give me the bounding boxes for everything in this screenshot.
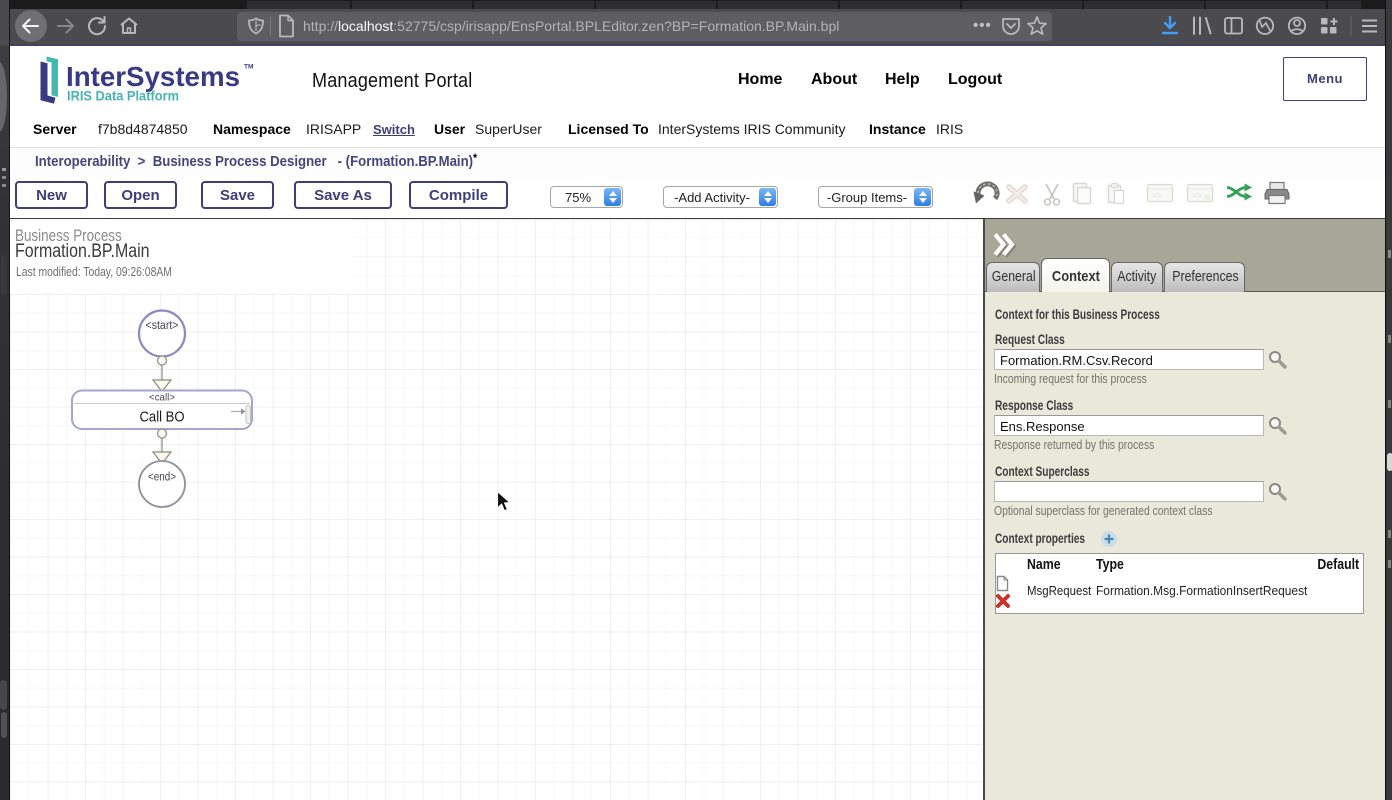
svg-text:</>: </> — [1192, 193, 1202, 200]
svg-text:<start>: <start> — [146, 320, 179, 332]
svg-text:<end>: <end> — [148, 472, 176, 484]
svg-text:IRIS Data Platform: IRIS Data Platform — [67, 88, 179, 104]
svg-text:TM: TM — [244, 64, 253, 71]
svg-text:<call>: <call> — [149, 392, 175, 404]
svg-text:</>: </> — [1152, 193, 1162, 200]
svg-text:Call BO: Call BO — [140, 409, 185, 426]
